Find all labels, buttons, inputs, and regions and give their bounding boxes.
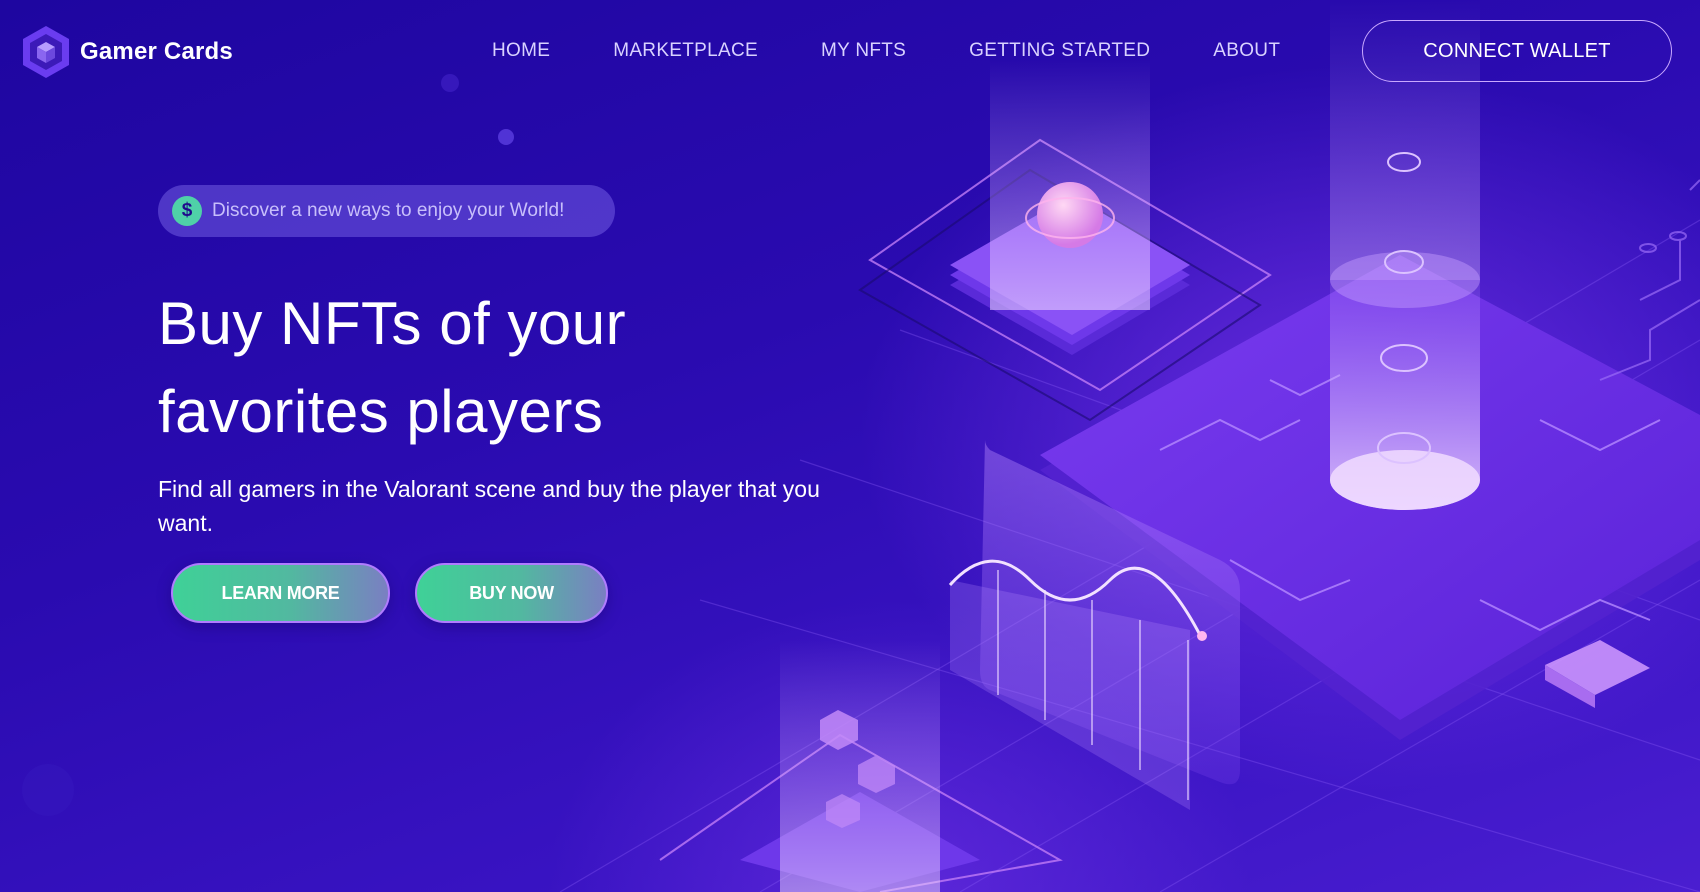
hero-title-line-2: favorites players (158, 378, 604, 445)
hero-badge: $ Discover a new ways to enjoy your Worl… (158, 185, 615, 237)
top-nav: Gamer Cards HOME MARKETPLACE MY NFTS GET… (0, 0, 1700, 104)
hero-title: Buy NFTs of your favorites players (158, 280, 858, 456)
main-menu: HOME MARKETPLACE MY NFTS GETTING STARTED… (492, 40, 1343, 62)
brand-logo[interactable]: Gamer Cards (20, 24, 233, 80)
nav-my-nfts[interactable]: MY NFTS (821, 40, 906, 62)
brand-name: Gamer Cards (80, 38, 233, 65)
nav-about[interactable]: ABOUT (1213, 40, 1280, 62)
buy-now-button[interactable]: BUY NOW (415, 563, 608, 623)
hero-subtitle: Find all gamers in the Valorant scene an… (158, 476, 820, 536)
hero-title-line-1: Buy NFTs of your (158, 290, 627, 357)
hexagon-cube-icon (23, 26, 69, 78)
connect-wallet-button[interactable]: CONNECT WALLET (1362, 20, 1672, 82)
nav-home[interactable]: HOME (492, 40, 550, 62)
hero-badge-text: Discover a new ways to enjoy your World! (212, 200, 565, 221)
learn-more-button[interactable]: LEARN MORE (171, 563, 390, 623)
dollar-coin-icon: $ (172, 196, 202, 226)
nav-getting-started[interactable]: GETTING STARTED (969, 40, 1150, 62)
nav-marketplace[interactable]: MARKETPLACE (613, 40, 758, 62)
